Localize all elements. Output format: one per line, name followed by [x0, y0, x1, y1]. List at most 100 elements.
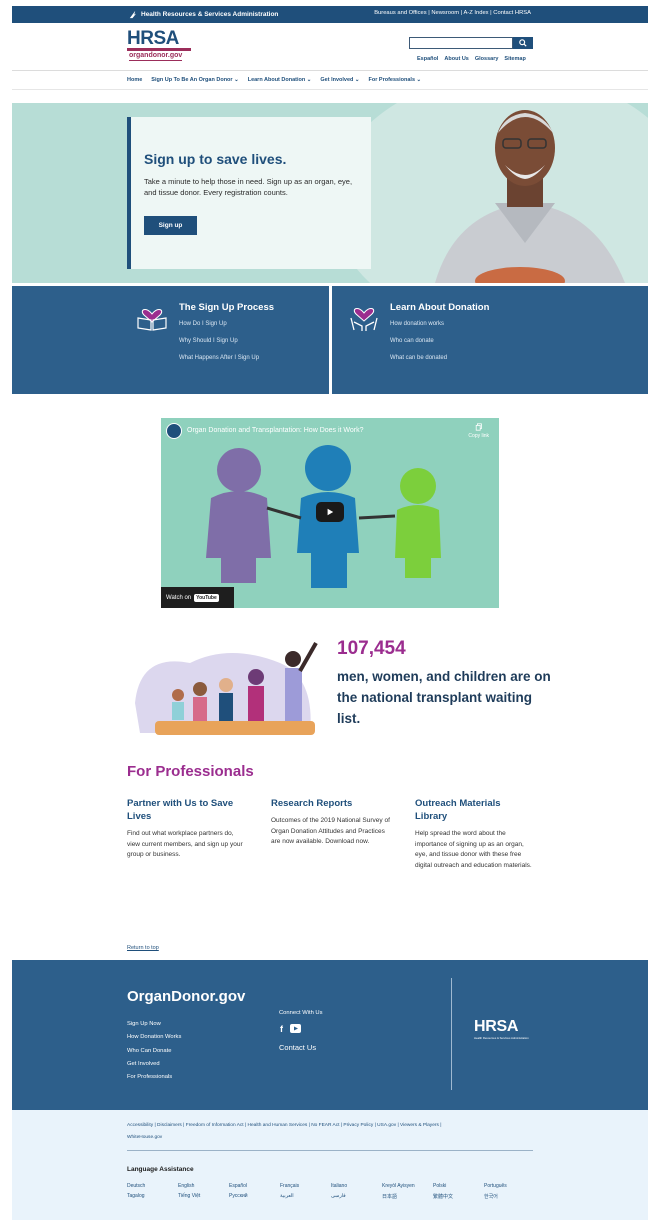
prof-outreach-text: Help spread the word about the importanc…: [415, 830, 532, 869]
video-player[interactable]: Organ Donation and Transplantation: How …: [161, 418, 499, 608]
hhs-eagle-icon: [129, 10, 137, 19]
hrsa-logo-text: HRSA: [127, 28, 179, 49]
nav-professionals[interactable]: For Professionals ⌄: [369, 77, 422, 83]
lang-portugues[interactable]: Português: [484, 1183, 535, 1189]
prof-col-outreach: Outreach Materials Library Help spread t…: [415, 797, 535, 871]
footer-link-professionals[interactable]: For Professionals: [127, 1071, 181, 1084]
link-what-donated[interactable]: What can be donated: [390, 355, 447, 361]
link-who-can-donate[interactable]: Who can donate: [390, 338, 434, 344]
hero-text: Take a minute to help those in need. Sig…: [144, 177, 353, 197]
book-heart-icon: [137, 308, 167, 331]
footer-links: Sign Up Now How Donation Works Who Can D…: [127, 1018, 181, 1084]
lang-farsi[interactable]: فارسی: [331, 1193, 382, 1200]
prof-research-title[interactable]: Research Reports: [271, 797, 391, 810]
util-link-espanol[interactable]: Español: [417, 56, 438, 62]
language-grid: Deutsch English Español Français Italian…: [127, 1183, 535, 1200]
legal-usagov[interactable]: USA.gov: [377, 1123, 396, 1128]
footer-link-how-works[interactable]: How Donation Works: [127, 1031, 181, 1044]
lang-korean[interactable]: 한국어: [484, 1193, 535, 1200]
connect-heading: Connect With Us: [279, 1010, 323, 1016]
channel-avatar[interactable]: [166, 423, 182, 439]
lang-italiano[interactable]: Italiano: [331, 1183, 382, 1189]
legal-privacy[interactable]: Privacy Policy: [343, 1123, 373, 1128]
link-after-sign-up[interactable]: What Happens After I Sign Up: [179, 355, 259, 361]
prof-outreach-title[interactable]: Outreach Materials Library: [415, 797, 535, 823]
sub-footer-divider: [127, 1150, 533, 1151]
contact-us-link[interactable]: Contact Us: [279, 1043, 316, 1052]
footer-hrsa-subtitle: Health Resources & Services Administrati…: [474, 1036, 529, 1040]
logo-stripe: [127, 48, 191, 51]
legal-no-fear[interactable]: No FEAR Act: [311, 1123, 339, 1128]
lang-vietnamese[interactable]: Tiếng Việt: [178, 1193, 229, 1200]
util-link-sitemap[interactable]: Sitemap: [504, 56, 525, 62]
lang-espanol[interactable]: Español: [229, 1183, 280, 1189]
link-how-sign-up[interactable]: How Do I Sign Up: [179, 321, 227, 327]
header-divider: [12, 70, 648, 71]
video-title[interactable]: Organ Donation and Transplantation: How …: [187, 427, 364, 434]
search-icon: [519, 39, 527, 47]
nav-sign-up[interactable]: Sign Up To Be An Organ Donor ⌄: [151, 77, 238, 83]
site-logo-subtitle[interactable]: organdonor.gov: [129, 52, 183, 61]
legal-hhs[interactable]: Health and Human Services: [248, 1123, 308, 1128]
prof-partner-text: Find out what workplace partners do, vie…: [127, 830, 243, 858]
hhs-identity[interactable]: Health Resources & Services Administrati…: [128, 10, 278, 19]
nav-home[interactable]: Home: [127, 77, 142, 83]
prof-research-text: Outcomes of the 2019 National Survey of …: [271, 817, 390, 845]
facebook-icon[interactable]: f: [280, 1024, 283, 1034]
lang-russian[interactable]: Русский: [229, 1193, 280, 1200]
gov-bar-links[interactable]: Bureaus and Offices | Newsroom | A-Z Ind…: [374, 10, 531, 16]
prof-partner-title[interactable]: Partner with Us to Save Lives: [127, 797, 247, 823]
return-to-top-link[interactable]: Return to top: [127, 945, 159, 951]
legal-foia[interactable]: Freedom of Information Act: [186, 1123, 244, 1128]
footer-link-sign-up[interactable]: Sign Up Now: [127, 1018, 181, 1031]
utility-nav: Español About Us Glossary Sitemap: [417, 56, 526, 62]
panel-title-learn: Learn About Donation: [390, 302, 490, 313]
panel-sign-up-process: The Sign Up Process How Do I Sign Up Why…: [12, 286, 329, 394]
lang-francais[interactable]: Français: [280, 1183, 331, 1189]
play-button[interactable]: [316, 502, 344, 522]
footer-hrsa-logo[interactable]: HRSA: [474, 1018, 518, 1036]
page: Health Resources & Services Administrati…: [0, 0, 651, 1220]
search-input[interactable]: [409, 37, 513, 49]
panel-title-sign-up: The Sign Up Process: [179, 302, 275, 313]
link-how-donation-works[interactable]: How donation works: [390, 321, 444, 327]
lang-arabic[interactable]: العربية: [280, 1193, 331, 1200]
lang-deutsch[interactable]: Deutsch: [127, 1183, 178, 1189]
watch-on-youtube[interactable]: Watch on YouTube: [161, 587, 234, 608]
legal-viewers[interactable]: Viewers & Players: [400, 1123, 439, 1128]
youtube-logo-icon: YouTube: [194, 593, 219, 602]
footer-divider: [451, 978, 452, 1090]
lang-kreyol[interactable]: Kreyòl Ayisyen: [382, 1183, 433, 1189]
hrsa-logo[interactable]: HRSA: [127, 28, 191, 51]
waiting-list-text: men, women, and children are on the nati…: [337, 669, 551, 726]
sign-up-button[interactable]: Sign up: [144, 216, 197, 235]
nav-learn[interactable]: Learn About Donation ⌄: [248, 77, 312, 83]
hero-photo-man: [435, 110, 625, 283]
waiting-crowd-illustration: [135, 642, 318, 735]
copy-link-button[interactable]: Copy link: [468, 423, 489, 439]
social-links: f: [280, 1024, 301, 1034]
legal-disclaimers[interactable]: Disclaimers: [157, 1123, 182, 1128]
youtube-icon[interactable]: [290, 1024, 301, 1033]
copy-link-label: Copy link: [468, 433, 489, 439]
lang-polski[interactable]: Polski: [433, 1183, 484, 1189]
lang-english[interactable]: English: [178, 1183, 229, 1189]
footer-link-who-donate[interactable]: Who Can Donate: [127, 1045, 181, 1058]
util-link-glossary[interactable]: Glossary: [475, 56, 499, 62]
lang-tagalog[interactable]: Tagalog: [127, 1193, 178, 1200]
lang-chinese[interactable]: 繁體中文: [433, 1193, 484, 1200]
nav-divider: [12, 89, 648, 90]
footer-link-get-involved[interactable]: Get Involved: [127, 1058, 181, 1071]
hero-title: Sign up to save lives.: [144, 151, 287, 167]
legal-accessibility[interactable]: Accessibility: [127, 1123, 153, 1128]
play-icon: [327, 508, 334, 516]
footer-brand[interactable]: OrganDonor.gov: [127, 988, 245, 1005]
util-link-about[interactable]: About Us: [444, 56, 468, 62]
professionals-heading: For Professionals: [127, 763, 254, 780]
search-button[interactable]: [513, 37, 533, 49]
prof-col-research: Research Reports Outcomes of the 2019 Na…: [271, 797, 391, 848]
legal-whitehouse[interactable]: WhiteHouse.gov: [127, 1135, 162, 1140]
lang-japanese[interactable]: 日本語: [382, 1193, 433, 1200]
nav-get-involved[interactable]: Get Involved ⌄: [320, 77, 359, 83]
link-why-sign-up[interactable]: Why Should I Sign Up: [179, 338, 238, 344]
